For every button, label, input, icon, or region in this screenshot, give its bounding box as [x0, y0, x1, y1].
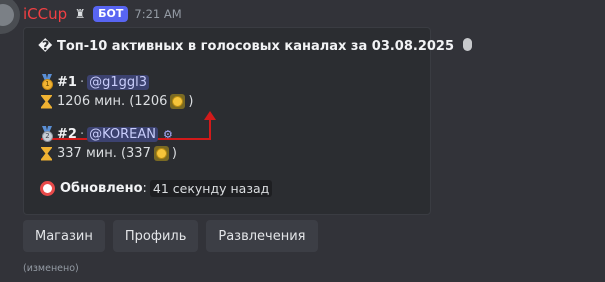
action-buttons: Магазин Профиль Развлечения — [23, 220, 318, 252]
rank-label: #1 — [57, 74, 77, 90]
gold-medal-icon: 1 — [40, 74, 54, 90]
message-header: iCCup ♜ БОТ 7:21 AM — [23, 4, 182, 24]
annotation-arrow-shaft — [209, 118, 211, 140]
alarm-clock-icon — [40, 181, 55, 196]
leaderboard-entry-1-time: 1206 мин. (1206 ) — [40, 94, 193, 109]
leaderboard-entry-1: 1 #1 · @g1ggl3 — [40, 74, 150, 90]
hourglass-icon — [41, 95, 52, 109]
bot-badge: БОТ — [93, 6, 129, 22]
embed-title: � Топ-10 активных в голосовых каналах за… — [38, 38, 472, 54]
updated-colon: : — [142, 181, 147, 196]
coin-icon — [153, 146, 169, 161]
user-mention[interactable]: @KOREAN — [87, 126, 159, 142]
embed-title-text: � Топ-10 активных в голосовых каналах за… — [38, 39, 455, 54]
author-emblem-icon: ♜ — [74, 7, 86, 21]
separator: · — [79, 126, 85, 142]
edited-label: (изменено) — [23, 263, 79, 274]
close-paren: ) — [188, 94, 194, 109]
profile-button[interactable]: Профиль — [112, 220, 199, 252]
updated-line: Обновлено: 41 секунду назад — [40, 180, 273, 197]
silver-medal-icon: 2 — [40, 126, 54, 142]
close-paren: ) — [171, 146, 177, 161]
coin-icon — [170, 94, 186, 109]
badge-icon: ⚙ — [163, 127, 173, 141]
separator: · — [79, 74, 85, 90]
microphone-icon — [462, 38, 472, 51]
embed-card: � Топ-10 активных в голосовых каналах за… — [23, 27, 472, 215]
author-name[interactable]: iCCup — [23, 5, 67, 23]
timestamp[interactable]: 7:21 AM — [134, 7, 181, 21]
rank-label: #2 — [57, 126, 77, 142]
hourglass-icon — [41, 147, 52, 161]
avatar[interactable] — [0, 0, 20, 34]
minutes-text: 337 мин. (337 — [57, 146, 151, 161]
user-mention[interactable]: @g1ggl3 — [87, 74, 150, 90]
minutes-text: 1206 мин. (1206 — [57, 94, 168, 109]
shop-button[interactable]: Магазин — [23, 220, 105, 252]
leaderboard-entry-2-time: 337 мин. (337 ) — [40, 146, 177, 161]
updated-value: 41 секунду назад — [149, 180, 273, 197]
updated-label: Обновлено — [60, 181, 143, 196]
annotation-arrow-head — [204, 111, 216, 120]
entertainment-button[interactable]: Развлечения — [206, 220, 318, 252]
leaderboard-entry-2: 2 #2 · @KOREAN ⚙ — [40, 126, 173, 142]
